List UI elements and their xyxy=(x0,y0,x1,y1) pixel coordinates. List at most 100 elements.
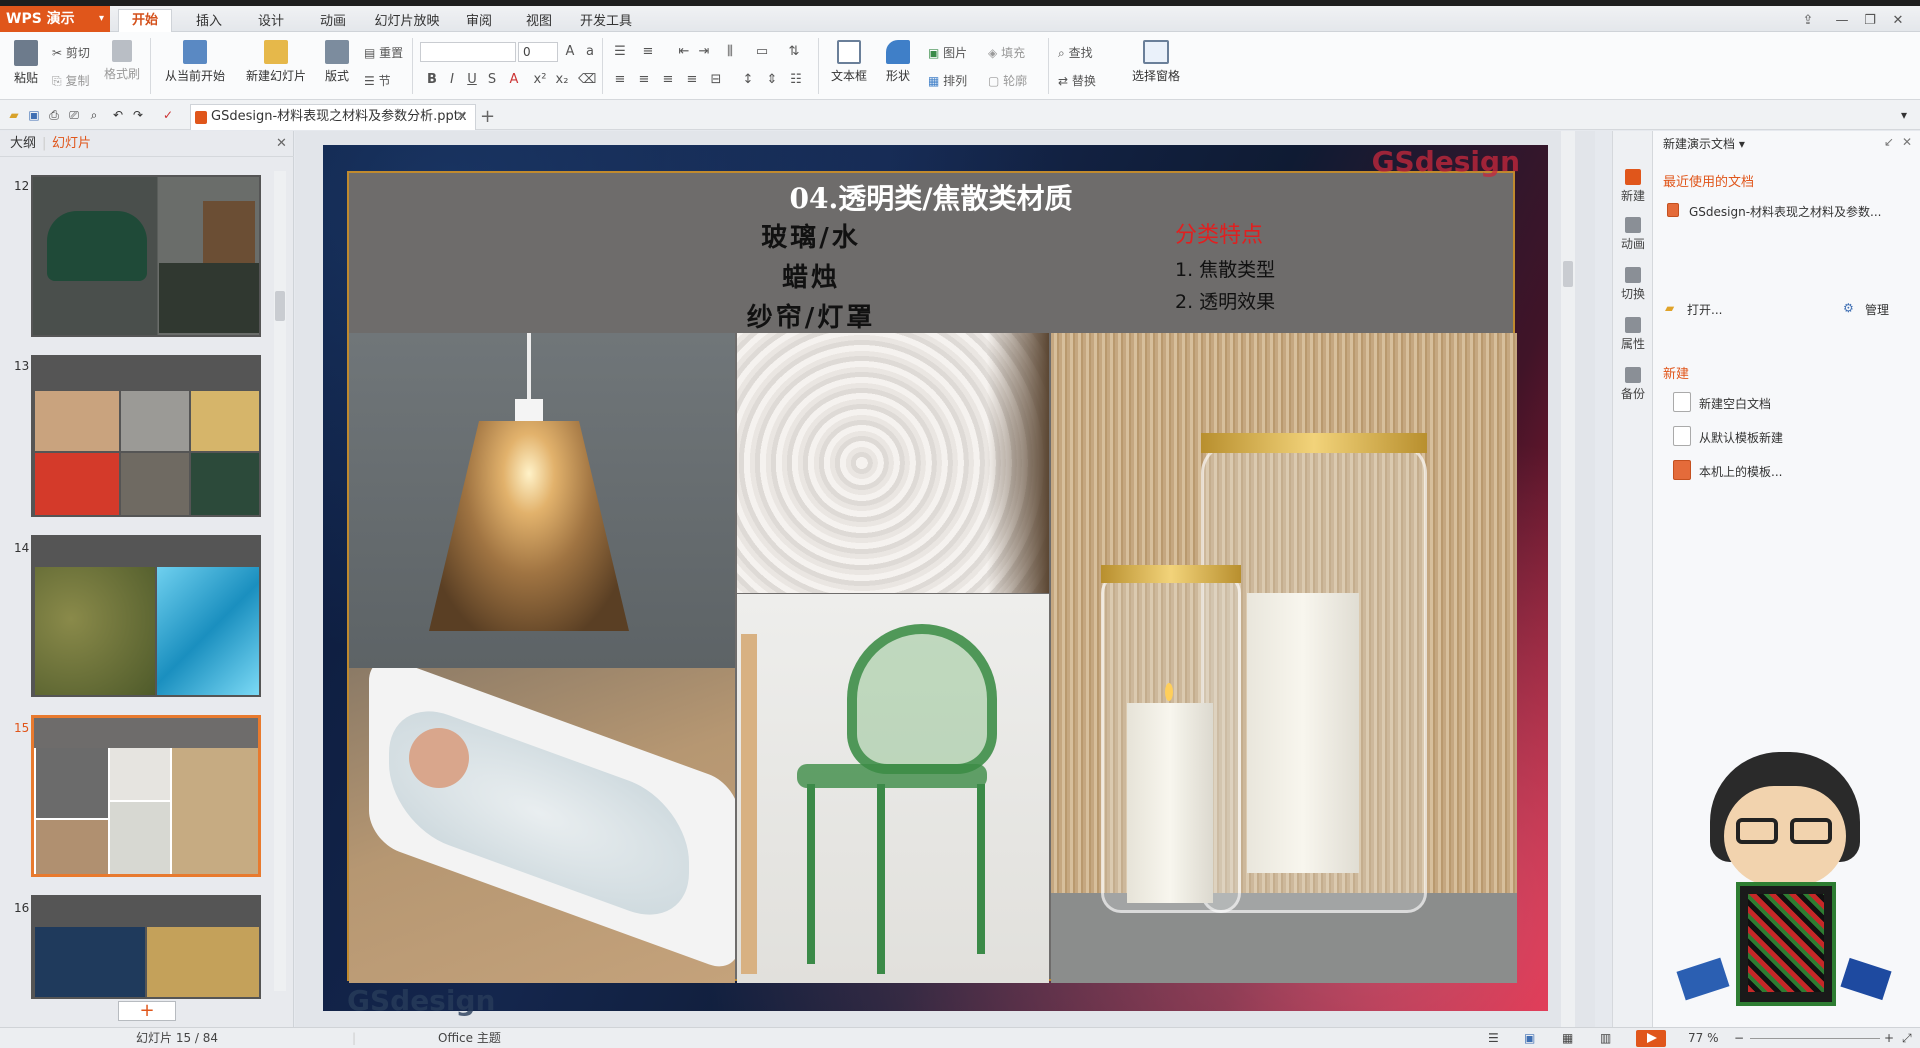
pin-icon[interactable]: ↙ xyxy=(1884,135,1894,149)
bullets-icon[interactable]: ☰ xyxy=(612,44,628,60)
reset-button[interactable]: ▤ 重置 xyxy=(364,44,403,61)
slide-sorter-icon[interactable]: ▦ xyxy=(1562,1028,1573,1048)
fill-button[interactable]: ◈ 填充 xyxy=(988,44,1025,61)
zoom-out-icon[interactable]: − xyxy=(1734,1028,1744,1048)
align-left-icon[interactable]: ≡ xyxy=(612,72,628,88)
open-button[interactable]: ▰ 打开... xyxy=(1665,301,1722,318)
tab-slides[interactable]: 幻灯片 xyxy=(52,131,91,157)
task-pane-header[interactable]: 新建演示文档 ▾ xyxy=(1663,135,1745,152)
tab-slideshow[interactable]: 幻灯片放映 xyxy=(372,12,442,32)
tab-insert[interactable]: 插入 xyxy=(186,12,232,32)
bold-icon[interactable]: B xyxy=(424,72,440,88)
sort-icon[interactable]: ⇅ xyxy=(786,44,802,60)
close-window-button[interactable]: ✕ xyxy=(1886,12,1910,30)
textbox-button[interactable]: 文本框 xyxy=(826,40,872,84)
increase-indent-icon[interactable]: ⇥ xyxy=(696,44,712,60)
rail-backup[interactable]: 备份 xyxy=(1613,367,1653,402)
tab-outline[interactable]: 大纲 xyxy=(10,131,36,157)
justify-icon[interactable]: ≡ xyxy=(684,72,700,88)
slide-thumbnail-15-selected[interactable] xyxy=(31,715,261,877)
arrange-button[interactable]: ▦ 排列 xyxy=(928,72,967,89)
reading-view-icon[interactable]: ▥ xyxy=(1600,1028,1611,1048)
slide-content[interactable]: 04.透明类/焦散类材质 玻璃/水 蜡烛 纱帘/灯罩 分类特点 1. 焦散类型 … xyxy=(347,171,1517,983)
slide-thumbnail-13[interactable] xyxy=(31,355,261,517)
bathtub-photo[interactable] xyxy=(349,668,735,983)
undo-icon[interactable]: ↶ xyxy=(110,108,126,122)
local-templates-item[interactable]: 本机上的模板... xyxy=(1673,460,1782,480)
font-color-icon[interactable]: A xyxy=(506,72,522,88)
lace-curtain-photo[interactable] xyxy=(737,333,1049,593)
tab-home[interactable]: 开始 xyxy=(118,9,172,33)
zoom-slider[interactable] xyxy=(1750,1038,1880,1039)
notes-icon[interactable]: ☰ xyxy=(1488,1028,1499,1048)
italic-icon[interactable]: I xyxy=(444,72,460,88)
restore-button[interactable]: ❐ xyxy=(1858,12,1882,30)
cut-button[interactable]: ✂ 剪切 xyxy=(52,44,90,61)
customize-icon[interactable]: ✓ xyxy=(160,108,176,122)
rail-properties[interactable]: 属性 xyxy=(1613,317,1653,352)
underline-icon[interactable]: U xyxy=(464,72,480,88)
line-spacing-icon[interactable]: ↕ xyxy=(740,72,756,88)
tab-animation[interactable]: 动画 xyxy=(310,12,356,32)
pane-toggle-icon[interactable]: ▾ xyxy=(1896,108,1912,122)
superscript-icon[interactable]: x² xyxy=(532,72,548,88)
columns-icon[interactable]: ⫼ xyxy=(722,44,738,60)
save-icon[interactable]: ▣ xyxy=(26,108,42,122)
slide-title[interactable]: 04.透明类/焦散类材质 xyxy=(349,177,1513,217)
slide-thumbnail-16[interactable] xyxy=(31,895,261,999)
zoom-in-icon[interactable]: + xyxy=(1884,1028,1894,1048)
rail-new[interactable]: 新建 xyxy=(1613,169,1653,204)
acrylic-chair-photo[interactable] xyxy=(737,594,1049,983)
rail-animation[interactable]: 动画 xyxy=(1613,217,1653,252)
normal-view-icon[interactable]: ▣ xyxy=(1524,1028,1535,1048)
new-from-default-template-item[interactable]: 从默认模板新建 xyxy=(1673,426,1783,446)
slide-thumbnail-12[interactable] xyxy=(31,175,261,337)
scrollbar-handle[interactable] xyxy=(1563,261,1573,287)
feature-item[interactable]: 1. 焦散类型 xyxy=(1175,255,1275,282)
format-painter-button[interactable]: 格式刷 xyxy=(102,40,142,82)
clear-format-icon[interactable]: ⌫ xyxy=(578,72,596,88)
play-slideshow-button[interactable] xyxy=(1636,1030,1666,1047)
print-preview-icon[interactable]: ⌕ xyxy=(86,108,102,122)
slides-scrollbar[interactable] xyxy=(274,171,286,991)
minimize-button[interactable]: — xyxy=(1830,12,1854,30)
manage-button[interactable]: ⚙ 管理 xyxy=(1843,301,1889,318)
subscript-icon[interactable]: x₂ xyxy=(554,72,570,88)
align-right-icon[interactable]: ≡ xyxy=(660,72,676,88)
find-button[interactable]: ⌕ 查找 xyxy=(1058,44,1093,61)
outline-button[interactable]: ▢ 轮廓 xyxy=(988,72,1027,89)
shrink-font-icon[interactable]: a xyxy=(582,44,598,60)
rail-transition[interactable]: 切换 xyxy=(1613,267,1653,302)
text-direction-icon[interactable]: ▭ xyxy=(754,44,770,60)
tab-developer[interactable]: 开发工具 xyxy=(576,12,636,32)
open-folder-icon[interactable]: ▰ xyxy=(6,108,22,122)
document-tab[interactable]: GSdesign-材料表现之材料及参数分析.pptx ✕ xyxy=(190,104,476,130)
new-tab-button[interactable]: + xyxy=(480,106,495,127)
wps-app-menu-button[interactable]: WPS 演示 ▾ xyxy=(0,6,110,32)
fit-window-icon[interactable]: ⤢ xyxy=(1902,1028,1912,1048)
redo-icon[interactable]: ↷ xyxy=(130,108,146,122)
print-icon[interactable]: ⎚ xyxy=(66,108,82,122)
zoom-level[interactable]: 77 % xyxy=(1688,1028,1719,1048)
close-pane-icon[interactable]: ✕ xyxy=(1902,135,1912,149)
tab-view[interactable]: 视图 xyxy=(516,12,562,32)
numbering-icon[interactable]: ≡ xyxy=(640,44,656,60)
copy-button[interactable]: ⎘ 复制 xyxy=(52,72,89,89)
font-size-combo[interactable]: 0 xyxy=(518,42,558,62)
paragraph-spacing-icon[interactable]: ⇕ xyxy=(764,72,780,88)
replace-button[interactable]: ⇄ 替换 xyxy=(1058,72,1096,89)
decrease-indent-icon[interactable]: ⇤ xyxy=(676,44,692,60)
close-panel-icon[interactable]: ✕ xyxy=(276,131,287,157)
features-heading[interactable]: 分类特点 xyxy=(1175,217,1263,249)
selection-pane-button[interactable]: 选择窗格 xyxy=(1128,40,1184,84)
tab-review[interactable]: 审阅 xyxy=(456,12,502,32)
section-button[interactable]: ☰ 节 xyxy=(364,72,391,89)
new-slide-button[interactable]: 新建幻灯片 xyxy=(238,40,314,84)
recent-doc-item[interactable]: GSdesign-材料表现之材料及参数... xyxy=(1667,203,1882,220)
from-current-button[interactable]: 从当前开始 xyxy=(158,40,232,84)
align-text-icon[interactable]: ☷ xyxy=(788,72,804,88)
feature-item[interactable]: 2. 透明效果 xyxy=(1175,287,1275,314)
canvas-scrollbar[interactable] xyxy=(1561,131,1575,1027)
shadow-icon[interactable]: S xyxy=(484,72,500,88)
upload-icon[interactable]: ⇪ xyxy=(1796,12,1820,30)
